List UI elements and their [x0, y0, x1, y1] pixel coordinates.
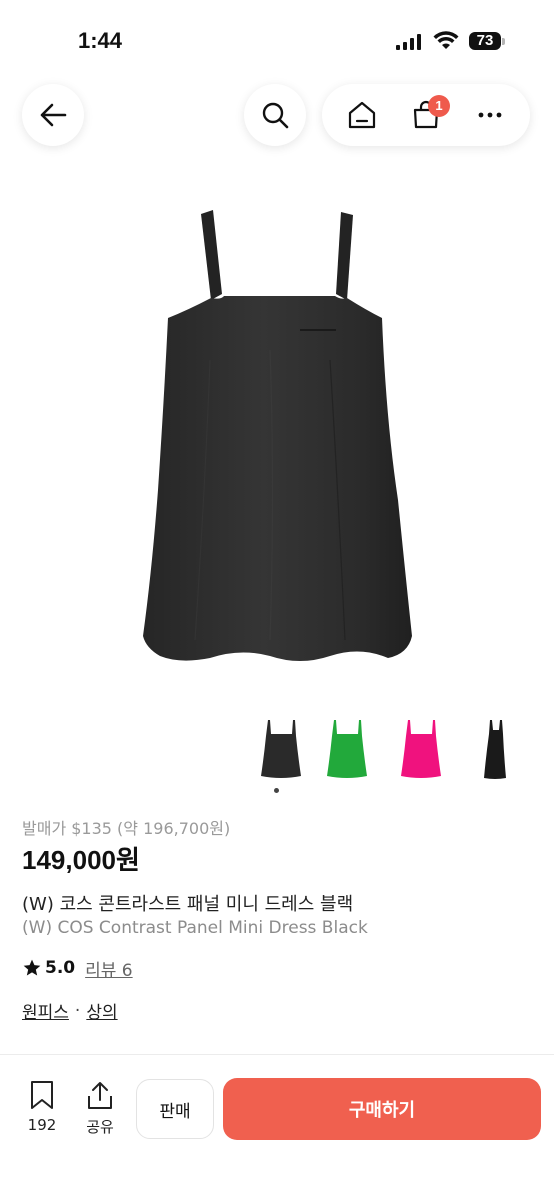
bookmark-icon	[31, 1081, 53, 1109]
rating-score: 5.0	[45, 958, 76, 978]
bookmark-count: 192	[27, 1116, 57, 1134]
battery-icon: 73	[469, 30, 507, 52]
cart-button[interactable]: 1	[398, 87, 454, 143]
retail-price: 발매가 $135 (약 196,700원)	[22, 819, 231, 838]
status-time: 1:44	[78, 28, 123, 53]
product-title-ko: (W) 코스 콘트라스트 패널 미니 드레스 블랙	[22, 894, 354, 915]
rating-row: 5.0 리뷰 6	[22, 956, 133, 981]
carousel-indicator	[274, 788, 279, 793]
more-button[interactable]	[462, 87, 518, 143]
nav-actions: 1	[322, 84, 530, 146]
search-button[interactable]	[244, 84, 306, 146]
share-icon	[88, 1082, 112, 1109]
more-icon	[478, 112, 502, 118]
bottom-action-bar: 192 공유 판매 구매하기	[0, 1064, 554, 1200]
status-bar: 1:44 73	[0, 0, 554, 80]
cart-badge: 1	[428, 95, 450, 117]
search-icon	[262, 102, 289, 129]
category-link-top[interactable]: 상의	[86, 998, 117, 1023]
divider	[0, 1054, 554, 1055]
buy-button[interactable]: 구매하기	[223, 1078, 541, 1140]
sell-button[interactable]: 판매	[136, 1079, 214, 1139]
current-price: 149,000원	[22, 845, 140, 875]
category-separator: ·	[74, 1000, 81, 1021]
battery-level: 73	[469, 32, 501, 50]
product-image[interactable]	[0, 160, 554, 700]
signal-icon	[396, 34, 421, 50]
thumbnail-strip	[256, 716, 526, 786]
bookmark-button[interactable]: 192	[18, 1080, 66, 1140]
home-button[interactable]	[334, 87, 390, 143]
thumbnail-pink[interactable]	[396, 716, 446, 782]
wifi-icon	[433, 31, 459, 49]
thumbnail-black-long[interactable]	[470, 716, 520, 782]
category-breadcrumb: 원피스 · 상의	[22, 998, 118, 1024]
star-icon	[23, 959, 41, 976]
home-icon	[348, 101, 376, 129]
thumbnail-black[interactable]	[256, 716, 306, 782]
arrow-left-icon	[40, 103, 67, 127]
thumbnail-green[interactable]	[322, 716, 372, 782]
back-button[interactable]	[22, 84, 84, 146]
category-link-dress[interactable]: 원피스	[22, 998, 69, 1023]
share-button[interactable]: 공유	[76, 1080, 124, 1140]
share-label: 공유	[86, 1118, 114, 1136]
product-title-en: (W) COS Contrast Panel Mini Dress Black	[22, 918, 368, 938]
reviews-link[interactable]: 리뷰 6	[85, 956, 133, 981]
